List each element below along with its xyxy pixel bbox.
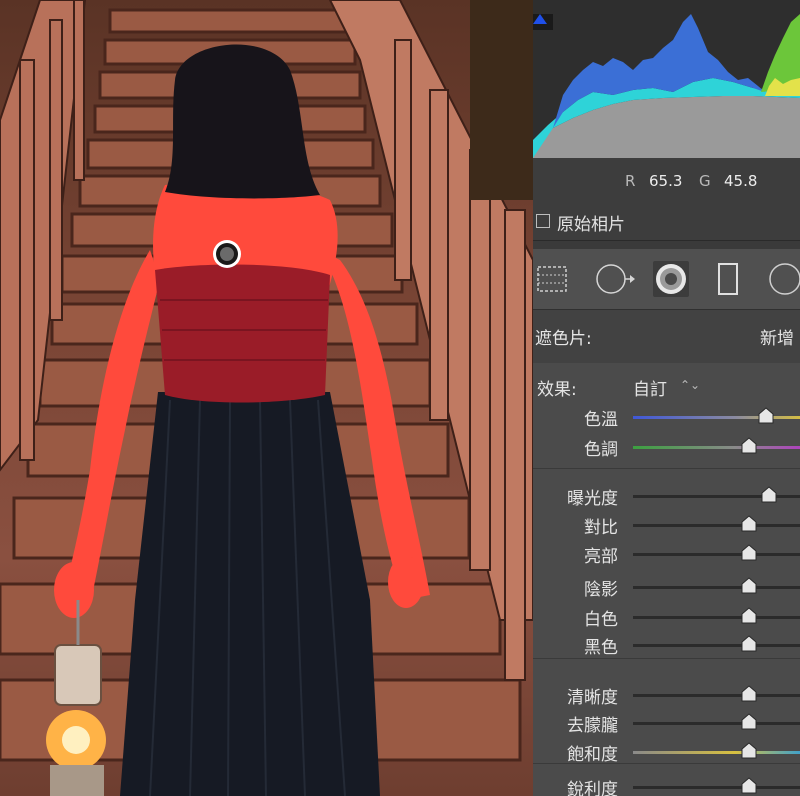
slider-label-exposure: 曝光度 bbox=[567, 489, 618, 509]
slider-label-whites: 白色 bbox=[584, 610, 618, 630]
crop-frame-tool[interactable] bbox=[710, 261, 746, 297]
r-label: R bbox=[625, 172, 636, 190]
slider-label-blacks: 黑色 bbox=[584, 638, 618, 658]
slider-whites[interactable]: 白色 bbox=[533, 603, 800, 631]
tool-strip bbox=[533, 241, 800, 249]
photo-image bbox=[0, 0, 533, 796]
slider-track-contrast[interactable] bbox=[633, 524, 800, 527]
shadow-clipping-toggle[interactable] bbox=[533, 14, 553, 30]
slider-track-blacks[interactable] bbox=[633, 644, 800, 647]
radial-filter-tool[interactable] bbox=[595, 261, 635, 297]
slider-label-tint: 色調 bbox=[584, 440, 618, 460]
radial-filter-icon bbox=[596, 264, 635, 294]
g-label: G bbox=[699, 172, 711, 190]
rectangle-icon bbox=[718, 263, 738, 295]
mask-row: 遮色片: 新增 bbox=[533, 309, 800, 365]
slider-track-clarity[interactable] bbox=[633, 694, 800, 697]
mask-label: 遮色片: bbox=[535, 329, 592, 349]
slider-track-highlights[interactable] bbox=[633, 553, 800, 556]
effect-preset-select[interactable]: 自訂 bbox=[633, 375, 667, 400]
slider-label-highlights: 亮部 bbox=[584, 547, 618, 567]
slider-dehaze[interactable]: 去朦朧 bbox=[533, 709, 800, 737]
slider-sharpness[interactable]: 銳利度 bbox=[533, 773, 800, 796]
slider-track-temp[interactable] bbox=[633, 416, 800, 419]
chevron-updown-icon[interactable]: ⌃⌄ bbox=[680, 378, 700, 392]
slider-saturation[interactable]: 飽和度 bbox=[533, 738, 800, 766]
effect-label: 效果: bbox=[537, 380, 577, 400]
slider-track-tint[interactable] bbox=[633, 446, 800, 449]
r-value: 65.3 bbox=[649, 172, 683, 190]
slider-label-temp: 色溫 bbox=[584, 410, 618, 430]
slider-label-clarity: 清晰度 bbox=[567, 688, 618, 708]
effects-section: 效果: 自訂 ⌃⌄ 色溫色調曝光度對比亮部陰影白色黑色清晰度去朦朧飽和度銳利度 bbox=[533, 363, 800, 796]
slider-temp[interactable]: 色溫 bbox=[533, 403, 800, 431]
develop-panel: R 65.3 G 45.8 原始相片 遮色片: 新增 效果: 自訂 ⌃⌄ 色溫 … bbox=[533, 0, 800, 796]
adjustment-pin-icon[interactable] bbox=[213, 240, 241, 268]
tool-bar bbox=[533, 249, 800, 309]
adjustment-brush-tool[interactable] bbox=[653, 261, 689, 297]
triangle-up-icon bbox=[533, 14, 547, 24]
slider-track-saturation[interactable] bbox=[633, 751, 800, 754]
slider-blacks[interactable]: 黑色 bbox=[533, 631, 800, 659]
slider-exposure[interactable]: 曝光度 bbox=[533, 482, 800, 510]
original-photo-label: 原始相片 bbox=[557, 215, 625, 235]
new-mask-button[interactable]: 新增 bbox=[760, 324, 794, 349]
section-divider bbox=[533, 763, 800, 764]
brush-icon bbox=[656, 264, 686, 294]
section-divider bbox=[533, 468, 800, 469]
slider-shadows[interactable]: 陰影 bbox=[533, 573, 800, 601]
slider-track-sharpness[interactable] bbox=[633, 786, 800, 789]
graduated-filter-tool[interactable] bbox=[534, 261, 570, 297]
slider-tint[interactable]: 色調 bbox=[533, 433, 800, 461]
graduated-filter-icon bbox=[537, 266, 567, 292]
original-photo-checkbox[interactable] bbox=[536, 214, 550, 228]
slider-label-shadows: 陰影 bbox=[584, 580, 618, 600]
histogram-graph bbox=[533, 14, 800, 158]
histogram bbox=[533, 0, 800, 158]
photo-canvas[interactable] bbox=[0, 0, 533, 796]
slider-track-shadows[interactable] bbox=[633, 586, 800, 589]
slider-clarity[interactable]: 清晰度 bbox=[533, 681, 800, 709]
slider-track-dehaze[interactable] bbox=[633, 722, 800, 725]
g-value: 45.8 bbox=[724, 172, 758, 190]
slider-label-contrast: 對比 bbox=[584, 518, 618, 538]
spot-tool[interactable] bbox=[765, 261, 800, 297]
original-photo-row[interactable]: 原始相片 bbox=[533, 204, 800, 241]
slider-contrast[interactable]: 對比 bbox=[533, 511, 800, 539]
circle-icon bbox=[769, 263, 800, 295]
section-divider bbox=[533, 658, 800, 659]
slider-label-saturation: 飽和度 bbox=[567, 745, 618, 765]
slider-highlights[interactable]: 亮部 bbox=[533, 540, 800, 568]
slider-label-dehaze: 去朦朧 bbox=[567, 716, 618, 736]
slider-label-sharpness: 銳利度 bbox=[567, 780, 618, 796]
slider-track-whites[interactable] bbox=[633, 616, 800, 619]
rgb-readout: R 65.3 G 45.8 bbox=[533, 158, 800, 204]
